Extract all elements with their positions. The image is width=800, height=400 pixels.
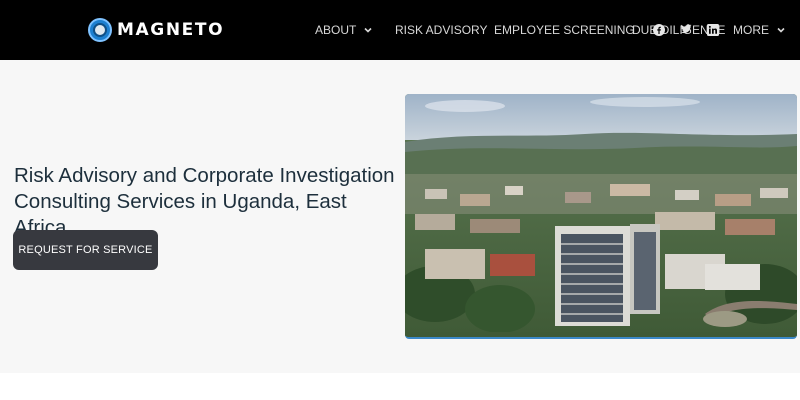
request-for-service-button[interactable]: REQUEST FOR SERVICE [13,230,158,270]
twitter-icon[interactable] [679,23,692,36]
hero-section: Risk Advisory and Corporate Investigatio… [0,60,800,373]
top-navbar: MAGNETO ABOUT RISK ADVISORY EMPLOYEE SCR… [0,0,800,60]
brand-name: MAGNETO [117,20,225,40]
globe-logo-icon [88,18,112,42]
chevron-down-icon [776,25,786,35]
linkedin-icon[interactable] [706,23,719,36]
brand-logo-link[interactable]: MAGNETO [88,17,224,43]
nav-about[interactable]: ABOUT [315,22,373,38]
chevron-down-icon [363,25,373,35]
facebook-icon[interactable] [652,23,665,36]
hero-title-line-1: Risk Advisory and Corporate Investigatio… [14,164,395,187]
nav-more[interactable]: MORE [733,22,786,38]
nav-risk-advisory-label: RISK ADVISORY [395,23,488,37]
nav-more-label: MORE [733,23,769,37]
nav-employee-screening-label: EMPLOYEE SCREENING [494,23,635,37]
nav-about-label: ABOUT [315,23,357,37]
hero-city-photo [405,94,797,339]
nav-risk-advisory[interactable]: RISK ADVISORY [395,22,487,38]
nav-employee-screening[interactable]: EMPLOYEE SCREENING [494,22,635,38]
